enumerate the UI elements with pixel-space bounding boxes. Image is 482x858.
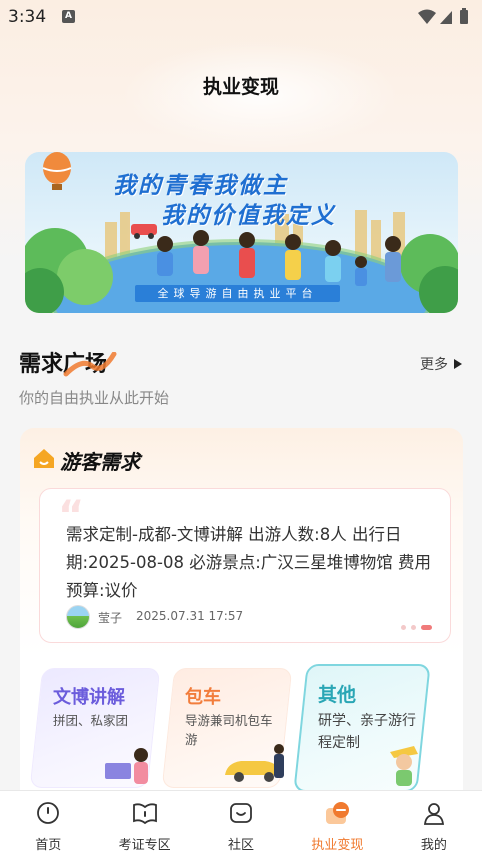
- post-text: 需求定制-成都-文博讲解 出游人数:8人 出行日期:2025-08-08 必游景…: [66, 525, 431, 600]
- category-title: 包车: [185, 687, 221, 708]
- status-icons: [416, 8, 472, 30]
- post-username: 莹子: [98, 611, 123, 625]
- more-link[interactable]: 更多: [420, 354, 462, 374]
- category-title: 文博讲解: [53, 687, 125, 708]
- carousel-dot: [411, 625, 416, 630]
- home-icon: [37, 802, 60, 824]
- page-title: 执业变现: [202, 76, 279, 98]
- car-icon: [225, 744, 284, 782]
- status-bar: 3:34 A: [0, 0, 482, 34]
- tab-label: 首页: [35, 838, 62, 853]
- tab-profile[interactable]: 我的: [386, 791, 482, 858]
- category-tile-charter[interactable]: 包车 导游兼司机包车游: [161, 668, 293, 788]
- tab-label: 执业变现: [311, 838, 364, 853]
- category-title: 其他: [318, 684, 357, 706]
- demand-card: 游客需求 “ 需求定制-成都-文博讲解 出游人数:8人 出行日期:2025-08…: [20, 428, 463, 808]
- carousel-dot: [401, 625, 406, 630]
- notification-icon: A: [62, 10, 75, 23]
- banner-headline-2: 我的价值我定义: [161, 203, 336, 229]
- community-icon: [230, 803, 252, 823]
- tab-community[interactable]: 社区: [193, 791, 289, 858]
- tab-label: 社区: [228, 838, 255, 853]
- promo-banner[interactable]: 我的青春我做主 我的价值我定义 全球导游自由执业平台: [25, 152, 458, 313]
- category-desc: 拼团、私家团: [53, 713, 129, 728]
- tab-label: 我的: [420, 838, 447, 853]
- tab-label: 考证专区: [118, 838, 171, 853]
- carousel-indicator: [401, 625, 432, 630]
- demand-post[interactable]: “ 需求定制-成都-文博讲解 出游人数:8人 出行日期:2025-08-08 必…: [39, 488, 451, 643]
- card-title: 游客需求: [60, 450, 140, 474]
- avatar: [66, 605, 90, 629]
- banner-ribbon: 全球导游自由执业平台: [135, 285, 340, 302]
- monetize-icon: [326, 802, 350, 824]
- category-tile-other[interactable]: 其他 研学、亲子游行程定制: [293, 664, 431, 792]
- title-swoosh-decoration: [63, 352, 117, 377]
- tab-home[interactable]: 首页: [0, 791, 96, 858]
- profile-icon: [423, 803, 444, 825]
- book-icon: [132, 803, 157, 825]
- status-time: 3:34: [8, 7, 47, 27]
- more-label: 更多: [420, 357, 448, 373]
- student-illustration-icon: [390, 746, 418, 786]
- section-subtitle: 你的自由执业从此开始: [19, 389, 170, 407]
- wifi-signal-battery-icon: [418, 8, 468, 24]
- tour-guide-illustration-icon: [105, 748, 148, 784]
- banner-headline-1: 我的青春我做主: [113, 173, 288, 199]
- bottom-tab-bar: 首页 考证专区 社区 执业变现 我的: [0, 790, 482, 858]
- tab-certification[interactable]: 考证专区: [96, 791, 192, 858]
- triangle-right-icon: [454, 359, 462, 369]
- carousel-dot-active: [421, 625, 432, 630]
- post-timestamp: 2025.07.31 17:57: [136, 609, 244, 623]
- house-icon: [34, 449, 54, 468]
- tab-monetize[interactable]: 执业变现: [289, 791, 385, 858]
- category-tile-culture[interactable]: 文博讲解 拼团、私家团: [29, 668, 161, 788]
